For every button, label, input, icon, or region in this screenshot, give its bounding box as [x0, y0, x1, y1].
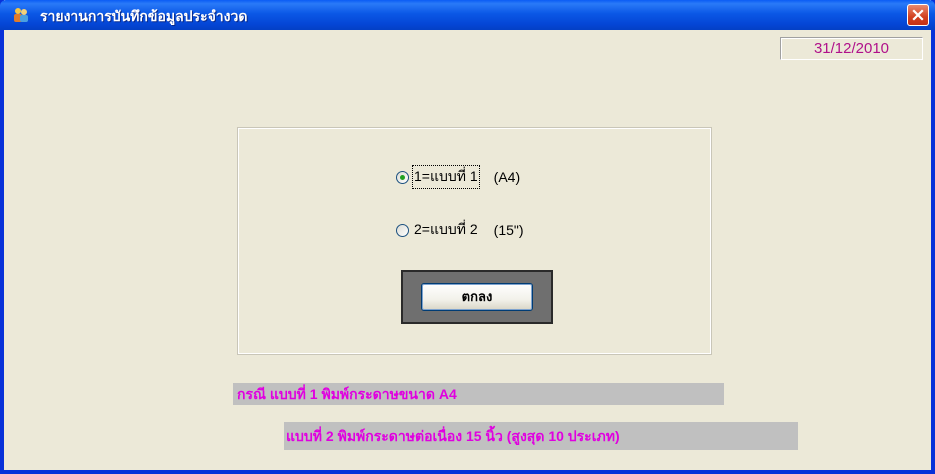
date-field[interactable]: 31/12/2010 — [780, 37, 923, 60]
note-line-2: แบบที่ 2 พิมพ์กระดาษต่อเนื่อง 15 นิ้ว (ส… — [284, 422, 798, 450]
close-button[interactable] — [907, 4, 929, 26]
radio-selected-icon — [396, 170, 409, 184]
option-2-size: (15") — [493, 222, 524, 238]
title-bar[interactable]: รายงานการบันทึกข้อมูลประจำงวด — [0, 0, 935, 30]
ok-button-frame: ตกลง — [401, 270, 553, 324]
window-title: รายงานการบันทึกข้อมูลประจำงวด — [40, 9, 248, 25]
note-line-1: กรณี แบบที่ 1 พิมพ์กระดาษขนาด A4 — [233, 383, 724, 405]
option-2-radio[interactable]: 2=แบบที่ 2 (15") — [396, 219, 524, 241]
app-people-icon — [12, 6, 30, 24]
option-1-label: 1=แบบที่ 1 — [412, 165, 480, 189]
option-1-size: (A4) — [493, 169, 521, 185]
close-icon — [912, 6, 924, 25]
option-2-label: 2=แบบที่ 2 — [414, 221, 478, 237]
option-1-radio[interactable]: 1=แบบที่ 1 (A4) — [396, 165, 520, 189]
ok-button[interactable]: ตกลง — [421, 283, 533, 311]
radio-unselected-icon — [396, 223, 409, 237]
